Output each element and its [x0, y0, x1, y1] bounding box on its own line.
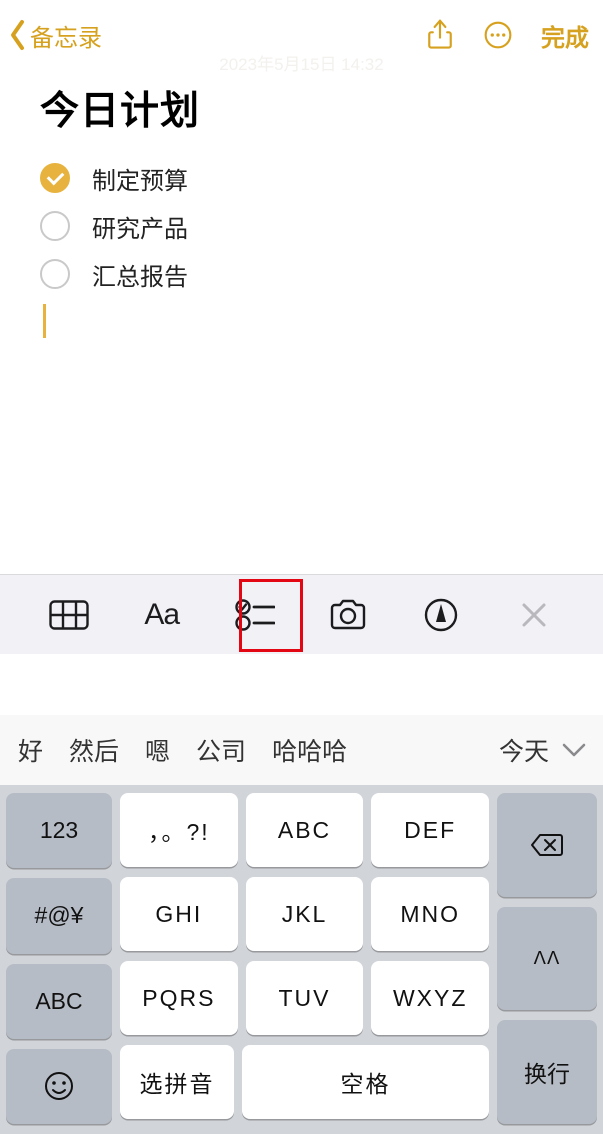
candidate-bar: 好 然后 嗯 公司 哈哈哈 今天 [0, 715, 603, 785]
key-tuv[interactable]: TUV [246, 961, 364, 1035]
chevron-left-icon [8, 18, 28, 52]
key-symbols[interactable]: #@¥ [6, 878, 112, 953]
todo-item[interactable]: 研究产品 [40, 202, 575, 250]
key-pqrs[interactable]: PQRS [120, 961, 238, 1035]
key-backspace[interactable] [497, 793, 597, 897]
more-icon[interactable] [483, 18, 513, 52]
done-button[interactable]: 完成 [541, 18, 589, 53]
note-title[interactable]: 今日计划 [40, 80, 575, 136]
key-jkl[interactable]: JKL [246, 877, 364, 951]
keyboard: 123 #@¥ ABC ，。?! ABC DEF GHI JKL MNO PQR… [0, 785, 603, 1134]
emoji-icon [44, 1071, 74, 1101]
key-def[interactable]: DEF [371, 793, 489, 867]
key-punct[interactable]: ，。?! [120, 793, 238, 867]
candidate-word[interactable]: 嗯 [145, 732, 170, 768]
markup-icon [424, 598, 458, 632]
share-icon[interactable] [425, 18, 455, 52]
text-format-button[interactable]: Aa [132, 585, 192, 645]
table-button[interactable] [39, 585, 99, 645]
key-abc[interactable]: ABC [6, 964, 112, 1039]
text-cursor [43, 304, 46, 338]
close-toolbar-button[interactable] [504, 585, 564, 645]
key-select-pinyin[interactable]: 选拼音 [120, 1045, 234, 1119]
key-space[interactable]: 空格 [242, 1045, 489, 1119]
key-wxyz[interactable]: WXYZ [371, 961, 489, 1035]
candidate-word[interactable]: 好 [18, 732, 43, 768]
camera-button[interactable] [318, 585, 378, 645]
back-button[interactable]: 备忘录 [8, 18, 102, 53]
chevron-down-icon[interactable] [561, 742, 587, 758]
note-body[interactable]: 今日计划 制定预算 研究产品 汇总报告 [0, 70, 603, 338]
key-abc2[interactable]: ABC [246, 793, 364, 867]
key-mno[interactable]: MNO [371, 877, 489, 951]
format-toolbar: Aa [0, 574, 603, 654]
checkbox-empty-icon[interactable] [40, 259, 70, 289]
candidate-word[interactable]: 哈哈哈 [272, 732, 347, 768]
key-emoji[interactable] [6, 1049, 112, 1124]
key-return[interactable]: 换行 [497, 1020, 597, 1124]
todo-item[interactable]: 制定预算 [40, 154, 575, 202]
checkbox-empty-icon[interactable] [40, 211, 70, 241]
candidate-word[interactable]: 然后 [69, 732, 119, 768]
checklist-button[interactable] [225, 585, 285, 645]
markup-button[interactable] [411, 585, 471, 645]
table-icon [49, 600, 89, 630]
close-icon [521, 602, 547, 628]
key-123[interactable]: 123 [6, 793, 112, 868]
key-ghi[interactable]: GHI [120, 877, 238, 951]
candidate-word[interactable]: 今天 [469, 732, 549, 768]
todo-text[interactable]: 研究产品 [92, 209, 188, 244]
backspace-icon [530, 833, 564, 857]
aa-label: Aa [144, 598, 179, 632]
camera-icon [328, 599, 368, 631]
todo-item[interactable]: 汇总报告 [40, 250, 575, 298]
candidate-word[interactable]: 公司 [196, 732, 246, 768]
checklist-icon [235, 598, 275, 632]
back-label: 备忘录 [30, 18, 102, 53]
todo-text[interactable]: 制定预算 [92, 161, 188, 196]
key-caret[interactable]: ᐱᐱ [497, 907, 597, 1011]
nav-bar: 备忘录 完成 [0, 0, 603, 70]
checkbox-checked-icon[interactable] [40, 163, 70, 193]
todo-text[interactable]: 汇总报告 [92, 257, 188, 292]
